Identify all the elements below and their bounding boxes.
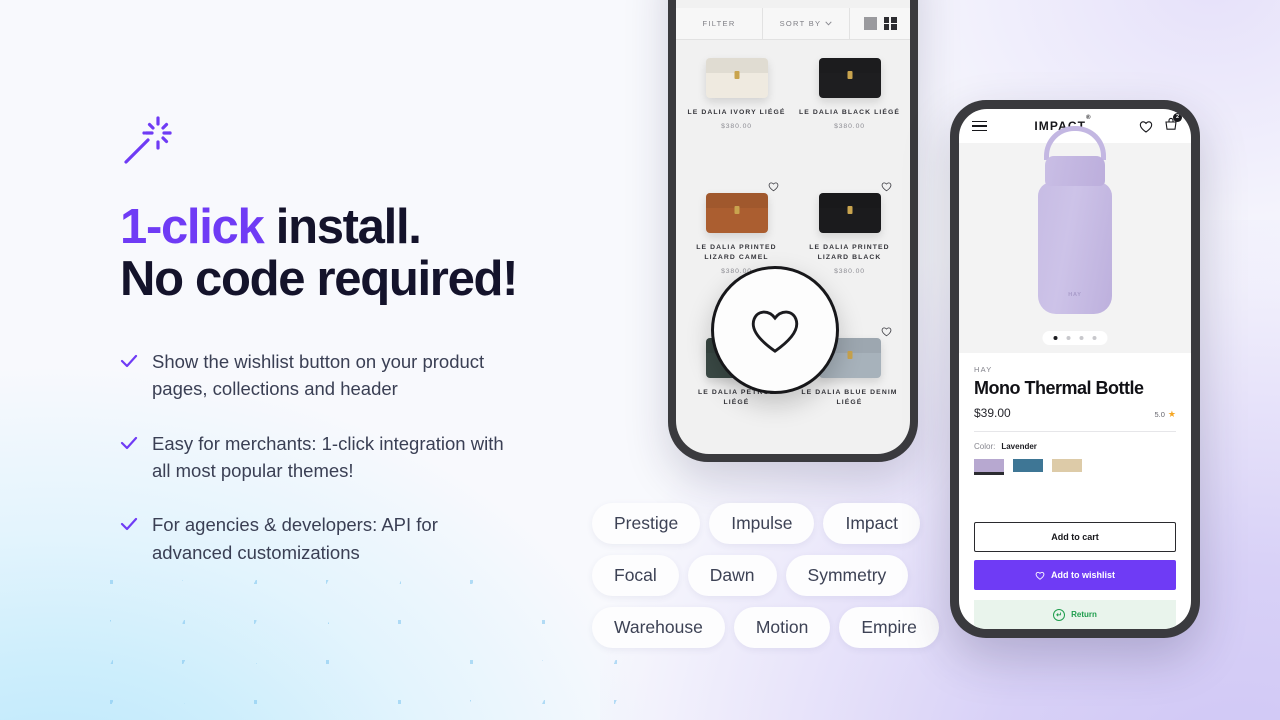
- theme-pill[interactable]: Prestige: [592, 503, 701, 544]
- product-rating[interactable]: 5.0 ★: [1154, 409, 1176, 420]
- product-price: $380.00: [834, 267, 865, 275]
- theme-pill[interactable]: Warehouse: [592, 607, 725, 648]
- list-item-label: For agencies & developers: API for advan…: [152, 514, 438, 563]
- heart-icon: [1035, 571, 1045, 580]
- add-to-wishlist-button[interactable]: Add to wishlist: [974, 560, 1176, 590]
- product-image: HAY: [1038, 126, 1112, 314]
- list-item: Show the wishlist button on your product…: [120, 348, 590, 403]
- action-buttons: Add to cart Add to wishlist ↵ Return: [974, 522, 1176, 629]
- theme-pill[interactable]: Impulse: [709, 503, 815, 544]
- product-title: Mono Thermal Bottle: [974, 378, 1144, 398]
- product-name: LE DALIA IVORY LIÉGÉ: [687, 109, 786, 116]
- star-icon: ★: [1167, 408, 1176, 419]
- color-swatches: [974, 458, 1176, 472]
- filter-label: FILTER: [702, 19, 736, 28]
- product-screen: IMPACT® 2 HAY HAY Mono Thermal Bottle $3…: [959, 109, 1191, 629]
- header-icons: 2: [1139, 112, 1182, 136]
- product-grid: LE DALIA IVORY LIÉGÉ $380.00 LE DALIA BL…: [676, 40, 910, 454]
- headline-accent: 1-click: [120, 200, 265, 254]
- list-item-label: Easy for merchants: 1-click integration …: [152, 432, 504, 481]
- check-icon: [120, 436, 138, 449]
- magic-wand-icon: [124, 116, 172, 164]
- wishlist-heart-icon[interactable]: [881, 326, 892, 337]
- theme-pill[interactable]: Symmetry: [785, 555, 909, 596]
- add-to-cart-label: Add to cart: [1051, 532, 1099, 542]
- magnifier-callout: [711, 266, 839, 394]
- headline-rest: install.: [263, 200, 422, 254]
- hero-content: 1-click install. No code required! Show …: [120, 112, 590, 566]
- check-icon: [120, 518, 138, 531]
- heart-outline-icon[interactable]: [747, 305, 803, 355]
- product-image: [705, 192, 768, 233]
- filter-button[interactable]: FILTER: [676, 8, 763, 39]
- headline-line-2: No code required!: [120, 252, 518, 307]
- product-phone-mockup: IMPACT® 2 HAY HAY Mono Thermal Bottle $3…: [950, 100, 1200, 638]
- product-image: [818, 192, 881, 233]
- product-price: $39.00: [974, 405, 1011, 420]
- color-swatch-lavender[interactable]: [974, 458, 1004, 472]
- carousel-dot[interactable]: [1053, 336, 1058, 340]
- product-name: LE DALIA PRINTED LIZARD CAMEL: [696, 243, 777, 262]
- theme-pill[interactable]: Motion: [733, 607, 831, 648]
- product-name: LE DALIA BLUE DENIM LIÉGÉ: [801, 388, 898, 407]
- product-image: [705, 58, 768, 98]
- cart-count-badge: 2: [1173, 112, 1182, 122]
- product-image-carousel[interactable]: HAY: [959, 126, 1191, 353]
- product-name: LE DALIA PRINTED LIZARD BLACK: [809, 243, 890, 262]
- chevron-down-icon: [825, 21, 833, 26]
- heart-icon[interactable]: [1139, 120, 1153, 133]
- collection-toolbar: FILTER SORT BY: [676, 8, 910, 40]
- check-icon: [120, 354, 138, 367]
- product-card[interactable]: LE DALIA IVORY LIÉGÉ $380.00: [680, 40, 793, 175]
- theme-pill[interactable]: Dawn: [687, 555, 777, 596]
- carousel-dot[interactable]: [1092, 336, 1097, 340]
- list-item-label: Show the wishlist button on your product…: [152, 350, 485, 400]
- theme-pill[interactable]: Empire: [839, 607, 939, 648]
- view-toggles[interactable]: [850, 8, 910, 39]
- color-label: Color:: [974, 441, 996, 451]
- feature-list: Show the wishlist button on your product…: [120, 348, 590, 566]
- theme-pill[interactable]: Focal: [592, 555, 679, 596]
- grid-view-icon[interactable]: [883, 17, 897, 30]
- product-name: LE DALIA BLACK LIÉGÉ: [798, 109, 901, 116]
- bottle-brand-mark: HAY: [1068, 292, 1082, 298]
- single-column-view-icon[interactable]: [863, 17, 877, 30]
- collection-phone-mockup: FILTER SORT BY LE DALIA IVORY LIÉGÉ $380…: [668, 0, 918, 462]
- wishlist-heart-icon[interactable]: [881, 181, 892, 192]
- color-value: Lavender: [1001, 441, 1037, 451]
- page-title: 1-click install. No code required!: [120, 201, 590, 306]
- divider: [974, 430, 1176, 432]
- supported-themes-list: Prestige Impulse Impact Focal Dawn Symme…: [592, 503, 962, 648]
- sort-by-label: SORT BY: [779, 19, 822, 28]
- product-vendor: HAY: [974, 365, 993, 374]
- return-label: Return: [1071, 610, 1097, 619]
- carousel-dot[interactable]: [1079, 336, 1084, 340]
- color-swatch-sand[interactable]: [1052, 458, 1082, 472]
- product-image: [818, 58, 881, 98]
- theme-pill[interactable]: Impact: [823, 503, 921, 544]
- add-to-cart-button[interactable]: Add to cart: [974, 522, 1176, 552]
- wishlist-heart-icon[interactable]: [768, 181, 779, 192]
- carousel-dots[interactable]: [1042, 331, 1108, 345]
- bottle-cap: [1045, 156, 1105, 186]
- hamburger-menu-icon[interactable]: [972, 120, 987, 132]
- registered-mark: ®: [1086, 115, 1092, 121]
- add-to-wishlist-label: Add to wishlist: [1051, 570, 1115, 580]
- carousel-dot[interactable]: [1066, 336, 1071, 340]
- return-arrow-icon: ↵: [1053, 608, 1066, 621]
- return-banner[interactable]: ↵ Return: [974, 600, 1176, 629]
- cart-wrapper[interactable]: 2: [1164, 112, 1182, 136]
- product-price: $380.00: [834, 122, 865, 130]
- rating-value: 5.0: [1154, 409, 1165, 419]
- price-row: $39.00 5.0 ★: [974, 406, 1176, 420]
- product-price: $380.00: [721, 122, 752, 130]
- product-card[interactable]: LE DALIA BLACK LIÉGÉ $380.00: [793, 40, 906, 175]
- list-item: For agencies & developers: API for advan…: [120, 511, 590, 566]
- list-item: Easy for merchants: 1-click integration …: [120, 430, 590, 485]
- product-details: HAY Mono Thermal Bottle $39.00 5.0 ★ Col…: [959, 353, 1191, 629]
- color-selector: Color: Lavender: [974, 442, 1176, 451]
- color-swatch-blue[interactable]: [1013, 458, 1043, 472]
- background-dot-pattern: [110, 580, 630, 720]
- sort-by-dropdown[interactable]: SORT BY: [763, 8, 850, 39]
